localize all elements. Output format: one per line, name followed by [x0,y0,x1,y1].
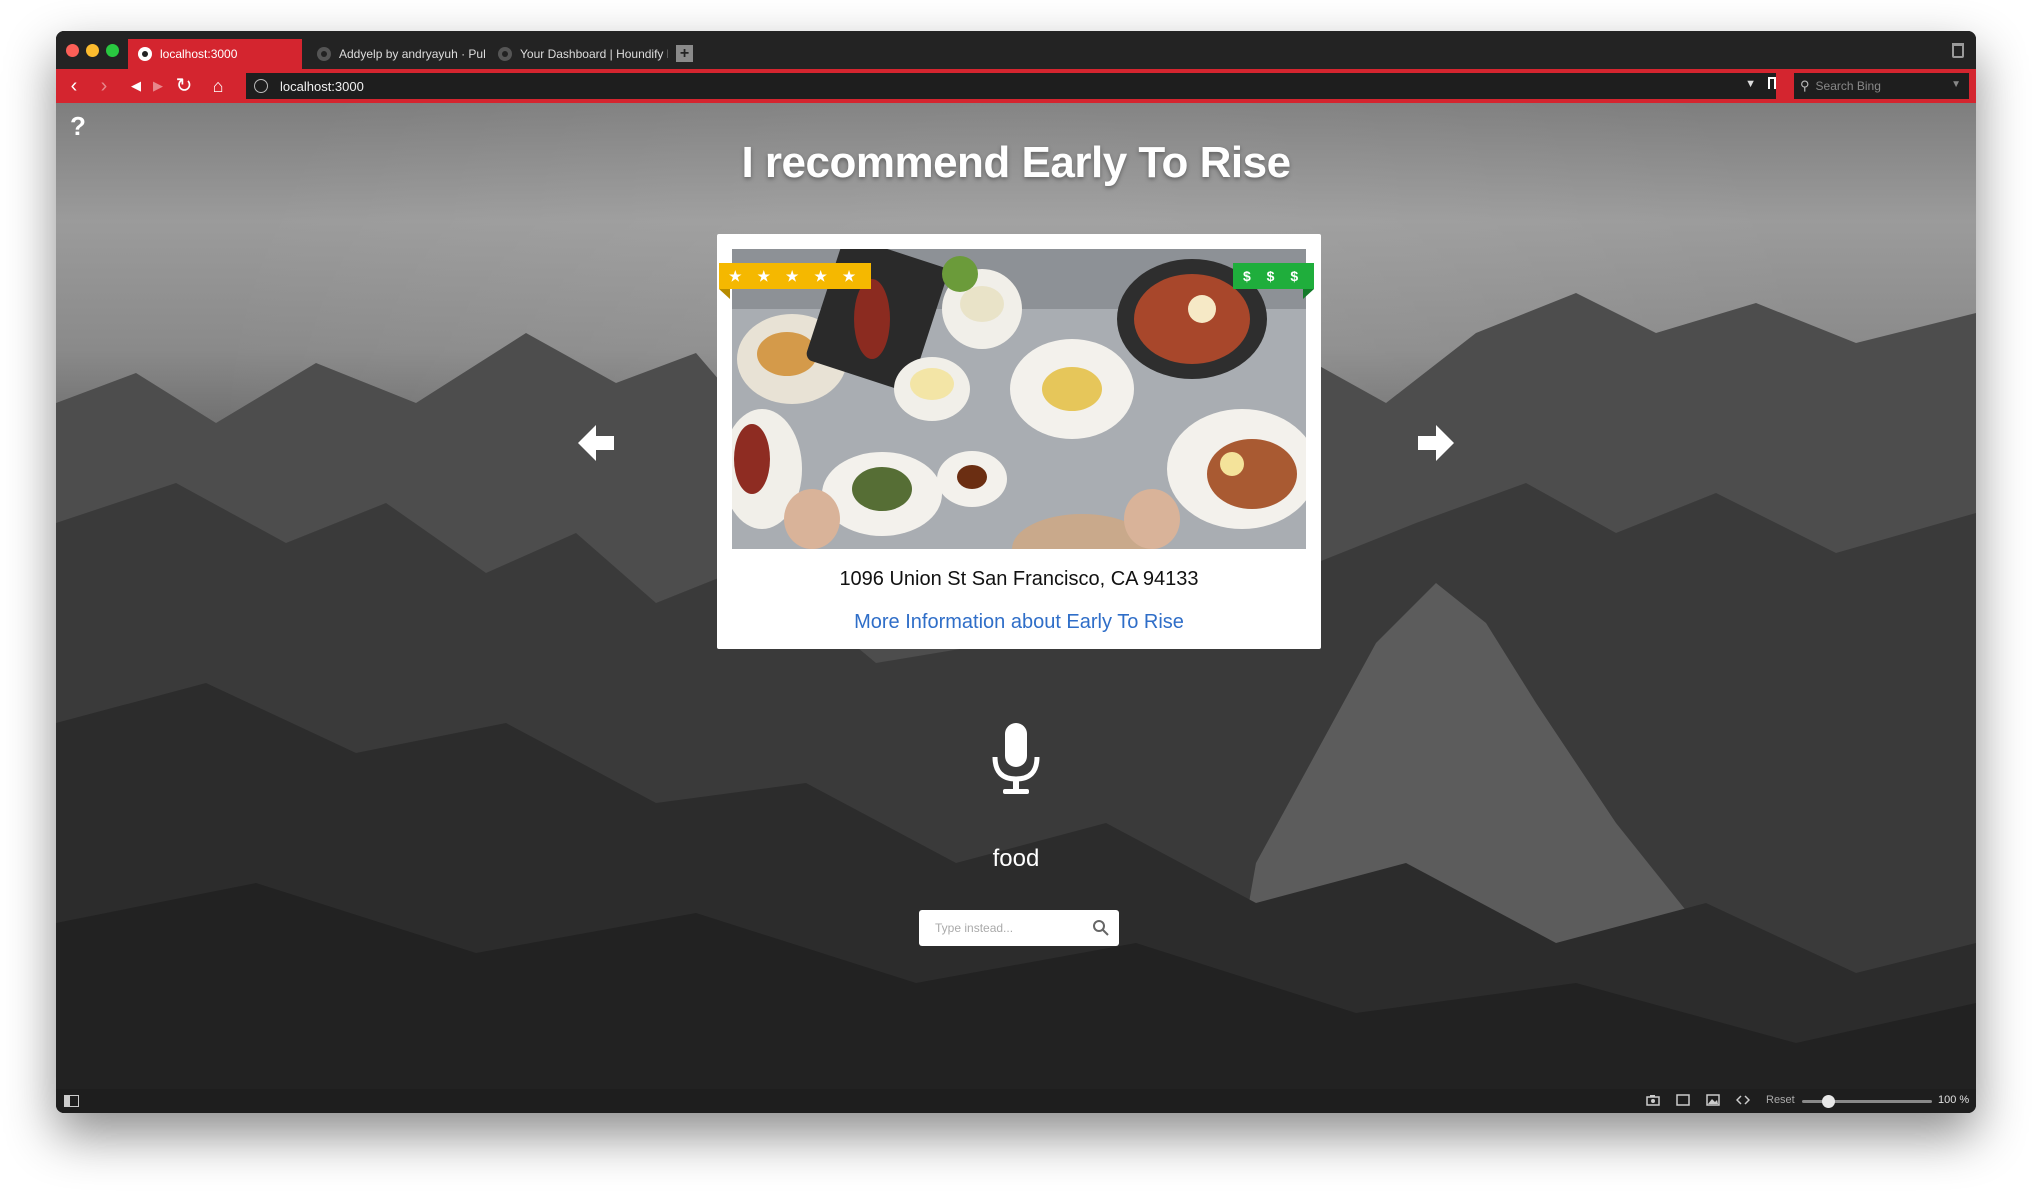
address-bar: ‹ › ◀ ▶ ↻ ⌂ localhost:3000 ▼ ⚲ Search Bi… [56,69,1976,103]
previous-arrow-icon[interactable] [574,421,618,465]
tab-bar: localhost:3000 Addyelp by andryayuh · Pu… [56,31,1976,69]
url-text: localhost:3000 [280,78,364,94]
more-information-link[interactable]: More Information about Early To Rise [717,611,1321,634]
search-placeholder: Search Bing [1815,79,1881,93]
window-icon[interactable] [1676,1094,1690,1106]
tab-localhost[interactable]: localhost:3000 [128,39,302,69]
zoom-reset-button[interactable]: Reset [1766,1094,1795,1106]
browser-window: localhost:3000 Addyelp by andryayuh · Pu… [56,31,1976,1113]
site-favicon-icon [138,47,152,61]
back-button[interactable]: ‹ [62,73,86,99]
url-field[interactable]: localhost:3000 ▼ [246,73,1776,99]
trash-icon[interactable] [1952,43,1964,58]
forward-button[interactable]: › [92,73,116,99]
tab-houndify-dashboard[interactable]: Your Dashboard | Houndify D [488,39,668,69]
tab-label: Your Dashboard | Houndify D [520,47,668,61]
zoom-slider-knob[interactable] [1822,1095,1835,1108]
type-instead-input[interactable] [933,920,1077,936]
price-level-ribbon: $ $ $ [1233,263,1315,299]
bookmark-icon[interactable] [1768,77,1776,89]
status-bar: Reset 100 % [56,1089,1976,1113]
code-icon[interactable] [1736,1094,1750,1106]
url-dropdown-icon[interactable]: ▼ [1745,78,1756,90]
search-icon: ⚲ [1800,78,1810,93]
new-tab-button[interactable]: + [676,45,693,62]
houndify-icon [498,47,512,61]
rewind-button[interactable]: ◀ [124,73,148,99]
search-engine-field[interactable]: ⚲ Search Bing ▼ [1794,73,1969,99]
tab-github-pull[interactable]: Addyelp by andryayuh · Pull R [307,39,485,69]
restaurant-address: 1096 Union St San Francisco, CA 94133 [839,568,1199,590]
restaurant-food-photo [732,249,1306,549]
panel-toggle-icon[interactable] [64,1095,79,1107]
search-submit-icon[interactable] [1091,918,1111,938]
camera-icon[interactable] [1646,1094,1660,1106]
star-rating-ribbon: ★ ★ ★ ★ ★ [719,263,872,299]
recommendation-headline: I recommend Early To Rise [741,138,1291,187]
home-button[interactable]: ⌂ [206,73,230,99]
site-info-icon [254,79,268,93]
reload-button[interactable]: ↻ [172,73,196,99]
page-viewport: ? I recommend Early To Rise ★ ★ ★ ★ ★ $ … [56,103,1976,1089]
next-arrow-icon[interactable] [1414,421,1458,465]
voice-query-text: food [992,845,1040,872]
search-engine-dropdown-icon[interactable]: ▼ [1951,79,1961,90]
zoom-slider[interactable] [1802,1095,1932,1108]
tab-label: Addyelp by andryayuh · Pull R [339,47,485,61]
restaurant-card: ★ ★ ★ ★ ★ $ $ $ 1096 Union St San Franci… [717,234,1321,649]
tab-label: localhost:3000 [160,47,238,61]
fast-forward-button[interactable]: ▶ [146,73,170,99]
minimize-window-button[interactable] [86,44,99,57]
zoom-level: 100 % [1938,1094,1970,1106]
type-instead-box [919,910,1119,946]
microphone-icon[interactable] [991,723,1041,795]
image-icon[interactable] [1706,1094,1720,1106]
zoom-window-button[interactable] [106,44,119,57]
close-window-button[interactable] [66,44,79,57]
github-icon [317,47,331,61]
